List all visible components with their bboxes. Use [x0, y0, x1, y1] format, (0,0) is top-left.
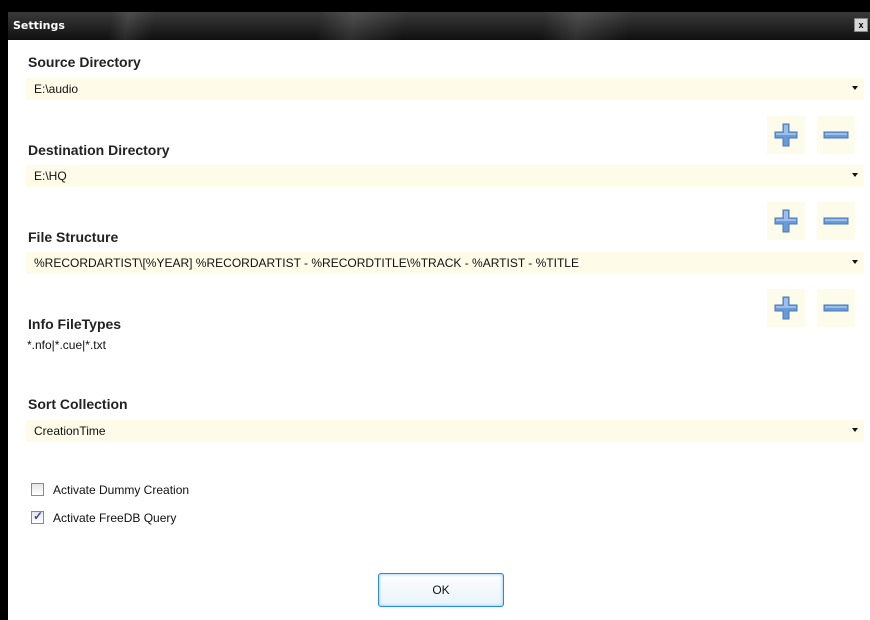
sort-collection-value: CreationTime: [34, 424, 106, 438]
dummy-creation-checkbox[interactable]: [31, 483, 44, 496]
chevron-down-icon[interactable]: [852, 428, 858, 432]
minus-icon: [823, 131, 849, 139]
source-directory-label: Source Directory: [28, 54, 141, 70]
plus-icon: [774, 296, 798, 320]
minus-icon: [823, 217, 849, 225]
window-title: Settings: [13, 19, 65, 32]
settings-window: Settings x Source Directory E:\audio Des…: [8, 12, 870, 620]
source-directory-value: E:\audio: [34, 82, 79, 96]
title-bar: Settings x: [8, 12, 870, 40]
plus-icon: [774, 209, 798, 233]
add-file-structure-button[interactable]: [767, 289, 805, 327]
sort-collection-combo[interactable]: CreationTime: [26, 420, 864, 442]
file-structure-combo[interactable]: %RECORDARTIST\[%YEAR] %RECORDARTIST - %R…: [26, 252, 864, 274]
file-structure-value: %RECORDARTIST\[%YEAR] %RECORDARTIST - %R…: [34, 256, 579, 270]
chevron-down-icon[interactable]: [852, 173, 858, 177]
close-button[interactable]: x: [854, 18, 868, 32]
source-directory-combo[interactable]: E:\audio: [26, 78, 864, 100]
sort-collection-label: Sort Collection: [28, 396, 128, 412]
file-structure-label: File Structure: [28, 229, 119, 245]
dummy-creation-label: Activate Dummy Creation: [53, 483, 190, 497]
remove-destination-button[interactable]: [817, 202, 855, 240]
ok-button[interactable]: OK: [378, 573, 504, 607]
checkmark-icon: ✓: [33, 509, 44, 523]
remove-source-button[interactable]: [817, 116, 855, 154]
add-destination-button[interactable]: [767, 202, 805, 240]
chevron-down-icon[interactable]: [852, 86, 858, 90]
freedb-query-label: Activate FreeDB Query: [53, 511, 177, 525]
freedb-query-checkbox[interactable]: ✓: [31, 509, 44, 524]
remove-file-structure-button[interactable]: [817, 289, 855, 327]
destination-directory-combo[interactable]: E:\HQ: [26, 165, 864, 187]
info-filetypes-label: Info FileTypes: [28, 316, 122, 332]
destination-directory-value: E:\HQ: [34, 169, 67, 183]
info-filetypes-field[interactable]: *.nfo|*.cue|*.txt: [27, 338, 106, 352]
add-source-button[interactable]: [767, 116, 805, 154]
chevron-down-icon[interactable]: [852, 260, 858, 264]
plus-icon: [774, 123, 798, 147]
minus-icon: [823, 304, 849, 312]
destination-directory-label: Destination Directory: [28, 142, 170, 158]
